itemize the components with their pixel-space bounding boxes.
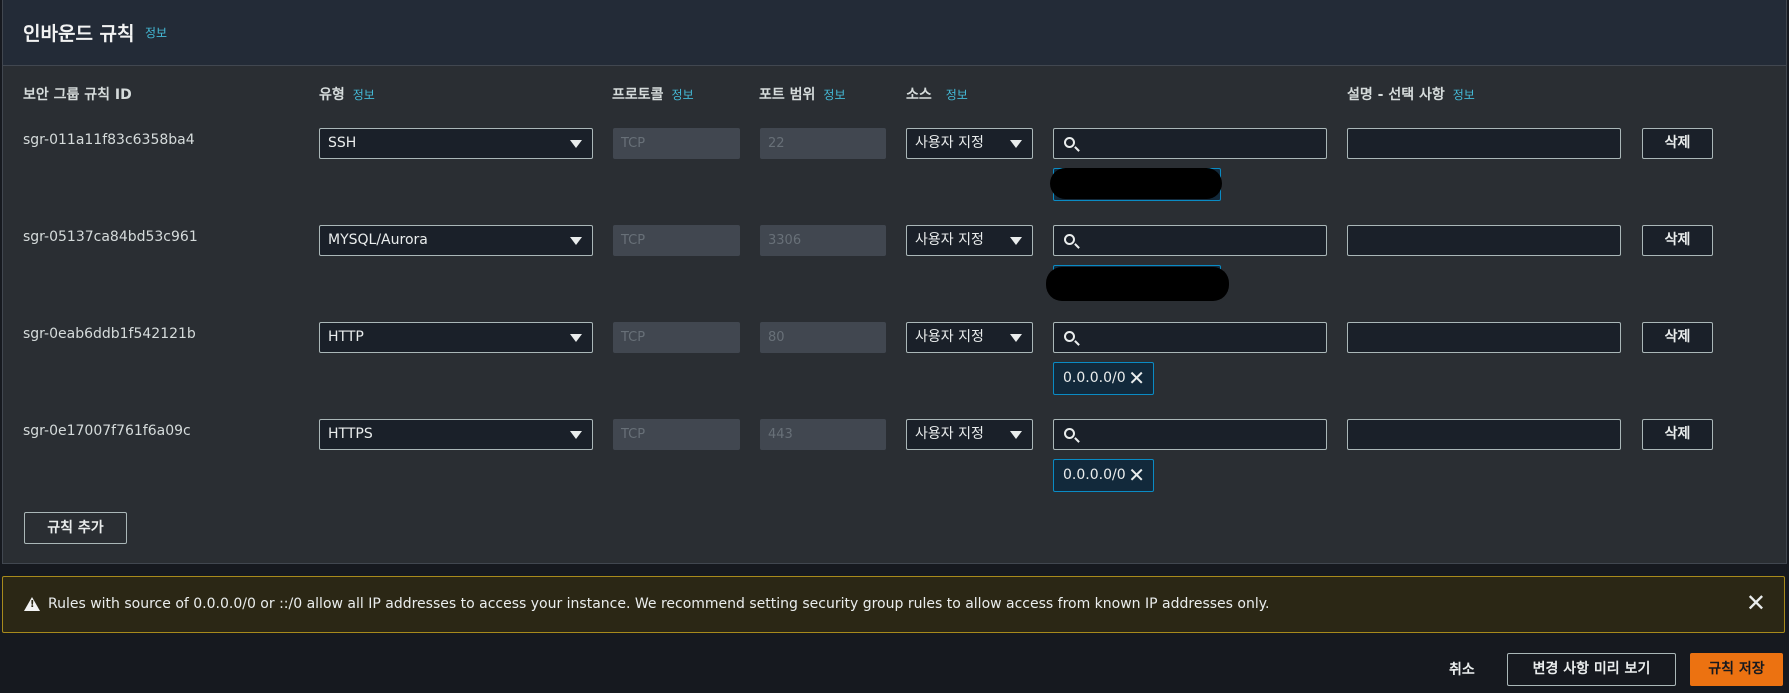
close-icon[interactable]: ✕ [1128, 363, 1145, 394]
caret-down-icon [1010, 237, 1022, 245]
col-header-type: 유형 정보 [319, 87, 375, 103]
save-rules-button[interactable]: 규칙 저장 [1690, 653, 1783, 686]
redaction-mark [1046, 267, 1229, 301]
add-rule-button[interactable]: 규칙 추가 [24, 512, 127, 544]
type-select[interactable]: HTTP [319, 322, 593, 353]
caret-down-icon [1010, 431, 1022, 439]
description-input[interactable] [1347, 322, 1621, 353]
col-header-rule-id: 보안 그룹 규칙 ID [23, 87, 132, 103]
protocol-field: TCP [613, 419, 740, 450]
port-range-field: 443 [760, 419, 886, 450]
search-icon [1064, 428, 1075, 439]
delete-rule-button[interactable]: 삭제 [1642, 419, 1713, 450]
source-search-input[interactable] [1053, 322, 1327, 353]
caret-down-icon [570, 431, 582, 439]
preview-changes-button[interactable]: 변경 사항 미리 보기 [1507, 653, 1676, 686]
caret-down-icon [1010, 140, 1022, 148]
source-search-input[interactable] [1053, 128, 1327, 159]
panel-header: 인바운드 규칙 정보 [3, 0, 1786, 66]
source-type-select[interactable]: 사용자 지정 [906, 225, 1033, 256]
col-header-description: 설명 - 선택 사항 정보 [1347, 87, 1475, 103]
description-input[interactable] [1347, 225, 1621, 256]
protocol-field: TCP [613, 322, 740, 353]
type-select[interactable]: MYSQL/Aurora [319, 225, 593, 256]
caret-down-icon [570, 140, 582, 148]
type-select[interactable]: SSH [319, 128, 593, 159]
search-icon [1064, 331, 1075, 342]
protocol-field: TCP [613, 128, 740, 159]
rule-id: sgr-011a11f83c6358ba4 [23, 132, 195, 148]
description-input[interactable] [1347, 128, 1621, 159]
port-range-field: 3306 [760, 225, 886, 256]
caret-down-icon [570, 237, 582, 245]
warning-icon [24, 597, 40, 611]
source-type-select[interactable]: 사용자 지정 [906, 128, 1033, 159]
rule-id: sgr-0e17007f761f6a09c [23, 423, 191, 439]
search-icon [1064, 234, 1075, 245]
close-icon[interactable]: ✕ [1128, 460, 1145, 491]
source-info-link[interactable]: 정보 [946, 88, 968, 102]
panel-title-text: 인바운드 규칙 [23, 23, 135, 45]
delete-rule-button[interactable]: 삭제 [1642, 322, 1713, 353]
panel-info-link[interactable]: 정보 [145, 24, 167, 41]
warning-alert: Rules with source of 0.0.0.0/0 or ::/0 a… [2, 576, 1785, 633]
rule-id: sgr-05137ca84bd53c961 [23, 229, 198, 245]
delete-rule-button[interactable]: 삭제 [1642, 225, 1713, 256]
panel-title: 인바운드 규칙 정보 [23, 19, 167, 46]
delete-rule-button[interactable]: 삭제 [1642, 128, 1713, 159]
caret-down-icon [1010, 334, 1022, 342]
port-range-field: 22 [760, 128, 886, 159]
description-input[interactable] [1347, 419, 1621, 450]
source-search-input[interactable] [1053, 419, 1327, 450]
col-header-protocol: 프로토콜 정보 [612, 87, 694, 103]
protocol-field: TCP [613, 225, 740, 256]
type-info-link[interactable]: 정보 [353, 88, 375, 102]
rule-id: sgr-0eab6ddb1f542121b [23, 326, 196, 342]
warning-text: Rules with source of 0.0.0.0/0 or ::/0 a… [48, 596, 1270, 612]
col-header-source: 소스 정보 [906, 87, 968, 103]
close-icon[interactable]: ✕ [1746, 589, 1766, 617]
search-icon [1064, 137, 1075, 148]
port-info-link[interactable]: 정보 [823, 88, 845, 102]
type-select[interactable]: HTTPS [319, 419, 593, 450]
port-range-field: 80 [760, 322, 886, 353]
source-token: 0.0.0.0/0 ✕ [1053, 459, 1154, 492]
col-header-port: 포트 범위 정보 [759, 87, 846, 103]
source-token: 0.0.0.0/0 ✕ [1053, 362, 1154, 395]
source-type-select[interactable]: 사용자 지정 [906, 322, 1033, 353]
source-search-input[interactable] [1053, 225, 1327, 256]
protocol-info-link[interactable]: 정보 [672, 88, 694, 102]
cancel-button[interactable]: 취소 [1449, 659, 1475, 679]
inbound-rules-panel: 인바운드 규칙 정보 보안 그룹 규칙 ID 유형 정보 프로토콜 정보 포트 범위… [2, 0, 1787, 564]
description-info-link[interactable]: 정보 [1453, 88, 1475, 102]
redaction-mark [1050, 168, 1222, 199]
source-type-select[interactable]: 사용자 지정 [906, 419, 1033, 450]
caret-down-icon [570, 334, 582, 342]
